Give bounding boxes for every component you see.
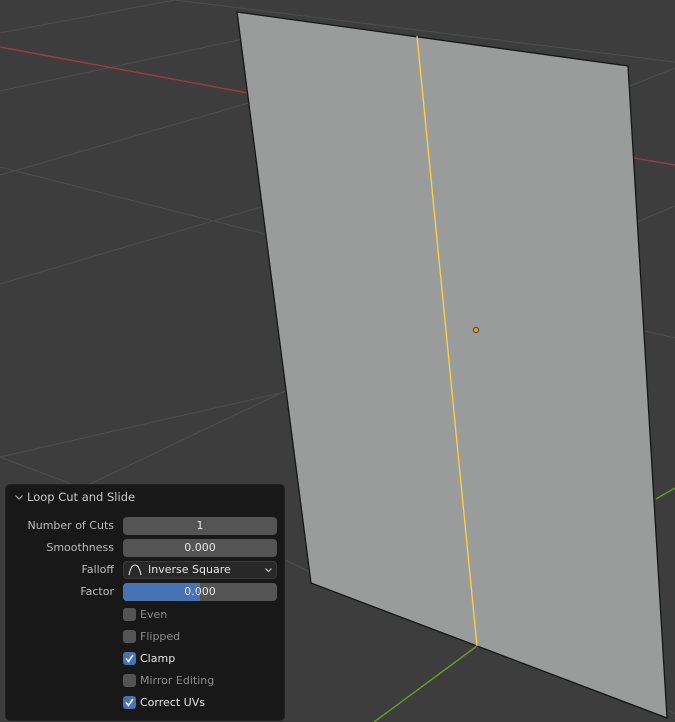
- smoothness-field[interactable]: 0.000: [123, 539, 277, 557]
- grid-line: [0, 101, 253, 176]
- dropdown-arrow-icon: [265, 568, 272, 573]
- grid-line: [284, 559, 311, 573]
- flipped-label: Flipped: [140, 630, 181, 643]
- grid-line: [636, 205, 675, 223]
- grid-line: [0, 205, 265, 285]
- number-of-cuts-field[interactable]: 1: [123, 517, 277, 535]
- grid-line: [87, 390, 286, 486]
- flipped-checkbox-box[interactable]: [123, 630, 136, 643]
- row-smoothness: Smoothness 0.000: [6, 538, 284, 558]
- plane-mesh-face[interactable]: [236, 11, 668, 719]
- even-checkbox-box[interactable]: [123, 608, 136, 621]
- clamp-checkbox-box[interactable]: [123, 652, 136, 665]
- mirror-editing-checkbox-box[interactable]: [123, 674, 136, 687]
- falloff-value: Inverse Square: [148, 563, 231, 576]
- falloff-dropdown[interactable]: Inverse Square: [123, 561, 277, 579]
- factor-label: Factor: [80, 585, 114, 598]
- checkmark-icon: [125, 698, 134, 707]
- grid-line: [0, 391, 286, 458]
- factor-slider[interactable]: 0.000: [123, 583, 277, 601]
- chevron-down-icon: [15, 495, 23, 500]
- correct-uvs-label: Correct UVs: [140, 696, 205, 709]
- operator-panel: Loop Cut and Slide Number of Cuts 1 Smoo…: [6, 485, 284, 720]
- inverse-square-curve-icon: [128, 564, 142, 576]
- grid-line: [0, 456, 75, 486]
- even-label: Even: [140, 608, 168, 621]
- falloff-label: Falloff: [81, 563, 114, 576]
- correct-uvs-checkbox-box[interactable]: [123, 696, 136, 709]
- object-origin-dot: [472, 326, 479, 333]
- panel-header-toggle[interactable]: Loop Cut and Slide: [6, 485, 284, 509]
- number-of-cuts-value: 1: [196, 519, 204, 532]
- y-axis-line: [373, 645, 478, 722]
- smoothness-value: 0.000: [184, 541, 216, 554]
- y-axis-line: [655, 487, 675, 500]
- x-axis-line: [0, 46, 249, 94]
- row-factor: Factor 0.000: [6, 582, 284, 602]
- row-number-of-cuts: Number of Cuts 1: [6, 516, 284, 536]
- row-falloff: Falloff Inverse Square: [6, 560, 284, 580]
- grid-line: [629, 67, 675, 87]
- mirror-editing-label: Mirror Editing: [140, 674, 215, 687]
- x-axis-line: [633, 157, 675, 166]
- grid-line: [644, 330, 675, 339]
- grid-line: [0, 37, 249, 92]
- smoothness-label: Smoothness: [46, 541, 114, 554]
- factor-value: 0.000: [184, 585, 216, 598]
- grid-line: [667, 709, 675, 715]
- grid-line: [0, 166, 266, 235]
- checkmark-icon: [125, 654, 134, 663]
- panel-title: Loop Cut and Slide: [27, 490, 136, 504]
- clamp-label: Clamp: [140, 652, 176, 665]
- number-of-cuts-label: Number of Cuts: [27, 519, 114, 532]
- grid-line: [0, 0, 176, 34]
